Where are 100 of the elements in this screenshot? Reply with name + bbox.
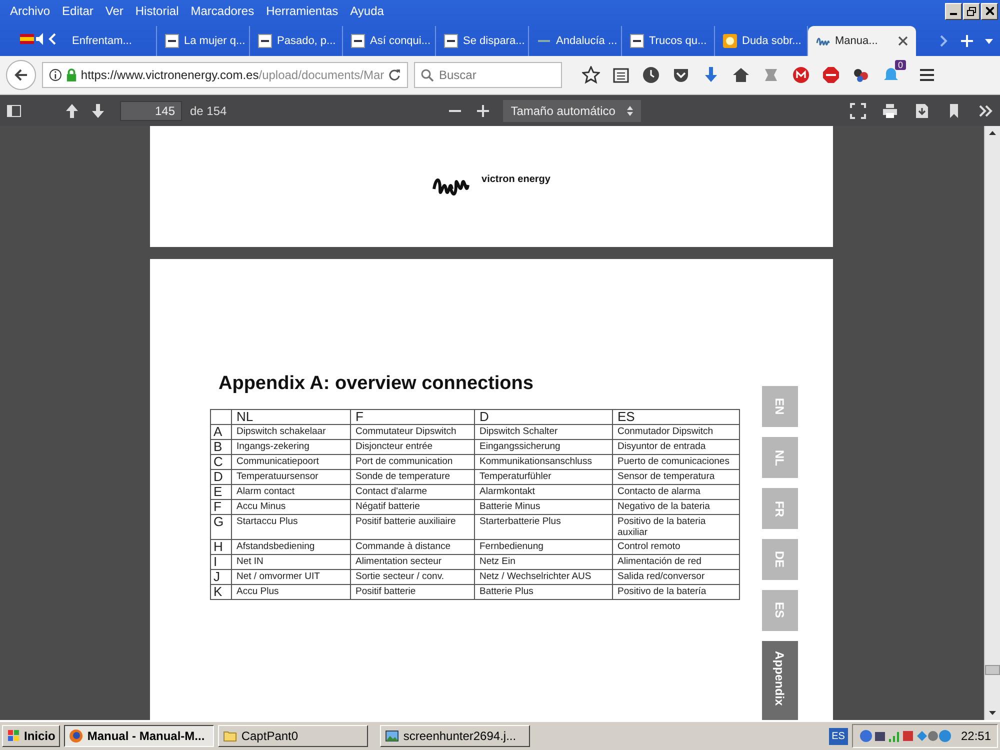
page-count: de 154 — [190, 104, 227, 118]
menu-icon[interactable] — [918, 66, 936, 84]
fullscreen-icon[interactable] — [850, 102, 866, 118]
address-field[interactable]: https://www.victronenergy.com.es/upload/documents/Mar — [42, 62, 408, 88]
taskbar-button[interactable]: Manual - Manual-M... — [64, 725, 214, 747]
save-icon[interactable] — [914, 102, 930, 118]
menu-item[interactable]: Historial — [129, 4, 185, 18]
menu-item[interactable]: Editar — [56, 4, 100, 18]
table-cell: Net IN — [231, 554, 350, 570]
column-header: ES — [612, 410, 739, 424]
table-cell: Eingangssicherung — [474, 440, 612, 454]
row-key: H — [210, 540, 231, 554]
table-cell: Conmutador Dipswitch — [612, 424, 739, 440]
row-key: C — [210, 454, 231, 470]
table-cell: Temperatuursensor — [231, 470, 350, 484]
row-key: A — [210, 424, 231, 440]
table-cell: Alarm contact — [231, 484, 350, 500]
menu-item[interactable]: Archivo — [4, 4, 56, 18]
site-icon — [351, 34, 365, 48]
table-cell: Commande à distance — [350, 540, 474, 554]
table-cell: Sensor de temperatura — [612, 470, 739, 484]
previous-page-icon[interactable] — [64, 102, 80, 118]
row-key: E — [210, 484, 231, 500]
table-cell: Négatif batterie — [350, 500, 474, 514]
zoom-in-icon[interactable] — [474, 102, 491, 118]
brand-name: victron energy — [482, 174, 550, 185]
close-icon[interactable] — [898, 36, 908, 46]
home-icon[interactable] — [732, 66, 750, 84]
site-icon — [630, 34, 644, 48]
browser-icon — [69, 729, 84, 743]
table-cell: Alimentation secteur — [350, 554, 474, 570]
info-icon[interactable] — [49, 68, 62, 82]
search-field[interactable]: Buscar — [414, 62, 562, 88]
taskbar-button[interactable]: CaptPant0 — [218, 725, 368, 747]
row-key: F — [210, 500, 231, 514]
star-icon[interactable] — [582, 66, 600, 84]
taskbar-button[interactable]: screenhunter2694.j... — [380, 725, 530, 747]
sidebar-toggle-icon[interactable] — [6, 102, 22, 118]
reading-list-icon[interactable] — [612, 66, 630, 84]
table-cell: Net / omvormer UIT — [231, 570, 350, 584]
table-cell: Puerto de comunicaciones — [612, 454, 739, 470]
browser-tab[interactable]: Manua... — [808, 26, 916, 56]
language-indicator[interactable]: ES — [828, 728, 848, 744]
download-icon[interactable] — [702, 66, 720, 84]
spinner-icon — [626, 106, 633, 116]
table-cell: Temperaturfühler — [474, 470, 612, 484]
site-icon — [723, 34, 737, 48]
restore-icon — [967, 6, 976, 16]
table-cell: Port de communication — [350, 454, 474, 470]
document-title: Appendix A: overview connections — [218, 373, 534, 395]
close-button[interactable] — [981, 2, 998, 20]
table-cell: Negativo de la bateria — [612, 500, 739, 514]
new-tab-icon[interactable] — [960, 34, 974, 48]
scrollbar[interactable] — [984, 126, 1000, 720]
table-cell: Disyuntor de entrada — [612, 440, 739, 454]
table-cell: Disjoncteur entrée — [350, 440, 474, 454]
more-tools-icon[interactable] — [978, 102, 994, 118]
column-header: F — [350, 410, 474, 424]
extension-icon[interactable] — [852, 66, 870, 84]
extension-icon[interactable] — [792, 66, 810, 84]
adblock-icon[interactable] — [822, 66, 840, 84]
back-button[interactable] — [6, 60, 36, 90]
history-icon[interactable] — [642, 66, 660, 84]
pocket-icon[interactable] — [672, 66, 690, 84]
site-icon — [165, 34, 179, 48]
table-cell: Batterie Plus — [474, 584, 612, 600]
restore-button[interactable] — [963, 2, 980, 20]
caret-icon[interactable] — [984, 37, 994, 45]
folder-icon — [223, 729, 238, 743]
scrollbar-thumb[interactable] — [985, 665, 1000, 675]
table-cell: Kommunikationsanschluss — [474, 454, 612, 470]
windows-logo-icon — [7, 729, 21, 743]
section-tab[interactable]: Appendix — [762, 641, 798, 720]
site-icon — [444, 34, 458, 48]
url-text: https://www.victronenergy.com.es/upload/documents/Mar — [80, 68, 384, 82]
menu-item[interactable]: Ver — [99, 4, 130, 18]
print-icon[interactable] — [882, 102, 898, 118]
site-icon — [258, 34, 272, 48]
start-button[interactable]: Inicio — [2, 725, 60, 747]
column-header: NL — [231, 410, 350, 424]
page-number-field[interactable]: 145 — [120, 100, 182, 120]
menu-item[interactable]: Ayuda — [344, 4, 390, 18]
table-cell: Accu Plus — [231, 584, 350, 600]
table-cell: Accu Minus — [231, 500, 350, 514]
menu-item[interactable]: Herramientas — [260, 4, 344, 18]
table-cell: Commutateur Dipswitch — [350, 424, 474, 440]
row-key: D — [210, 470, 231, 484]
reload-icon[interactable] — [388, 68, 401, 82]
scroll-right-icon[interactable] — [938, 34, 950, 48]
table-cell: Control remoto — [612, 540, 739, 554]
table-cell: Alarmkontakt — [474, 484, 612, 500]
zoom-dropdown[interactable]: Tamaño automático — [502, 100, 641, 122]
table-cell: Starterbatterie Plus — [474, 514, 612, 540]
table-cell: Netz / Wechselrichter AUS — [474, 570, 612, 584]
menu-item[interactable]: Marcadores — [184, 4, 260, 18]
minimize-button[interactable] — [945, 2, 962, 20]
row-key: G — [210, 514, 231, 540]
column-header: D — [474, 410, 612, 424]
image-icon — [385, 729, 400, 743]
next-page-icon[interactable] — [90, 102, 106, 118]
